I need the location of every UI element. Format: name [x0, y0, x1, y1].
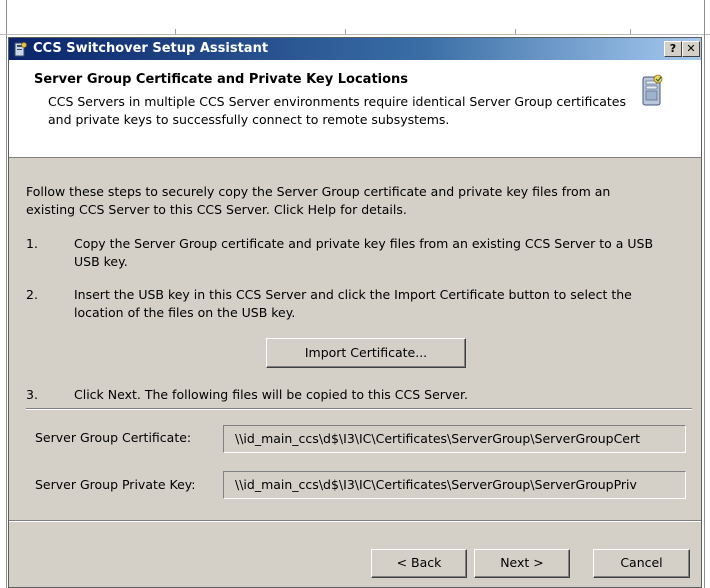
background-window-divider: [0, 34, 710, 35]
intro-text: Follow these steps to securely copy the …: [26, 183, 694, 219]
server-wizard-icon: [640, 73, 664, 109]
next-button[interactable]: Next >: [474, 549, 570, 578]
footer-divider: [9, 520, 701, 522]
import-certificate-button[interactable]: Import Certificate...: [266, 338, 466, 368]
certificate-label: Server Group Certificate:: [35, 430, 192, 445]
background-window-edge: [6, 0, 7, 588]
page-title: Server Group Certificate and Private Key…: [34, 72, 409, 87]
step-1: 1. Copy the Server Group certificate and…: [26, 235, 696, 271]
step-text: Insert the USB key in this CCS Server an…: [74, 287, 632, 302]
step-number: 1.: [26, 236, 38, 251]
step-text: location of the files on the USB key.: [74, 305, 296, 320]
background-tick: [345, 29, 346, 34]
intro-text-line: Follow these steps to securely copy the …: [26, 184, 611, 199]
private-key-label: Server Group Private Key:: [35, 477, 196, 492]
help-button[interactable]: ?: [664, 41, 682, 57]
back-button[interactable]: < Back: [371, 549, 467, 578]
step-number: 2.: [26, 287, 38, 302]
title-bar[interactable]: CCS Switchover Setup Assistant ? ✕: [9, 38, 701, 60]
cancel-button[interactable]: Cancel: [593, 549, 690, 578]
step-text: Copy the Server Group certificate and pr…: [74, 236, 654, 251]
certificate-path-field[interactable]: \\id_main_ccs\d$\I3\IC\Certificates\Serv…: [223, 425, 686, 453]
wizard-header: Server Group Certificate and Private Key…: [9, 60, 701, 158]
page-description: CCS Servers in multiple CCS Server envir…: [48, 94, 627, 127]
close-button[interactable]: ✕: [682, 41, 700, 57]
step-3: 3. Click Next. The following files will …: [26, 386, 696, 404]
window-title: CCS Switchover Setup Assistant: [33, 41, 269, 56]
intro-text-line: existing CCS Server to this CCS Server. …: [26, 202, 407, 217]
step-number: 3.: [26, 387, 38, 402]
private-key-path-field[interactable]: \\id_main_ccs\d$\I3\IC\Certificates\Serv…: [223, 471, 686, 499]
content-divider: [26, 408, 692, 410]
background-window-edge: [704, 0, 705, 588]
step-2: 2. Insert the USB key in this CCS Server…: [26, 286, 696, 322]
background-tick: [515, 29, 516, 34]
step-text: USB key.: [74, 254, 128, 269]
setup-app-icon: [12, 41, 28, 57]
step-text: Click Next. The following files will be …: [74, 387, 468, 402]
background-tick: [630, 29, 631, 34]
background-tick: [175, 29, 176, 34]
setup-assistant-dialog: CCS Switchover Setup Assistant ? ✕ Serve…: [8, 37, 702, 588]
